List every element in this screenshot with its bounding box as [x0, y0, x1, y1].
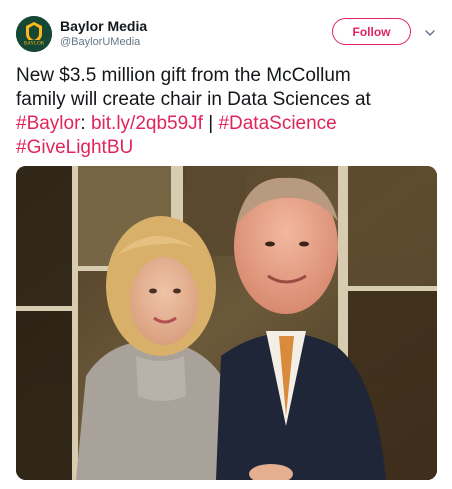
account-handle[interactable]: @BaylorUMedia: [60, 35, 147, 49]
avatar-wordmark: BAYLOR: [24, 42, 45, 47]
short-link[interactable]: bit.ly/2qb59Jf: [91, 113, 203, 134]
hashtag-datascience-link[interactable]: #DataScience: [218, 113, 336, 134]
tweet-text: New $3.5 million gift from the McCollum …: [16, 64, 426, 160]
separator-text: |: [208, 113, 214, 134]
tweet-line-3: #Baylor: bit.ly/2qb59Jf | #DataScience: [16, 112, 426, 136]
colon-text: :: [80, 113, 86, 134]
display-name[interactable]: Baylor Media: [60, 17, 147, 35]
tweet-line-1: New $3.5 million gift from the McCollum: [16, 65, 351, 86]
avatar[interactable]: BAYLOR: [16, 16, 52, 52]
follow-button[interactable]: Follow: [332, 18, 411, 45]
tweet-header: BAYLOR Baylor Media @BaylorUMedia Follow: [16, 14, 436, 56]
photo-couple-image: [16, 166, 437, 480]
account-names: Baylor Media @BaylorUMedia: [60, 17, 147, 49]
tweet-line-2: family will create chair in Data Science…: [16, 89, 371, 110]
hashtag-baylor-link[interactable]: #Baylor: [16, 113, 80, 134]
hashtag-givelight-link[interactable]: #GiveLightBU: [16, 137, 133, 158]
tweet-line-4: #GiveLightBU: [16, 136, 426, 160]
baylor-logo-icon: BAYLOR: [16, 16, 52, 52]
tweet-photo[interactable]: [16, 166, 437, 480]
chevron-down-icon[interactable]: [423, 26, 437, 40]
